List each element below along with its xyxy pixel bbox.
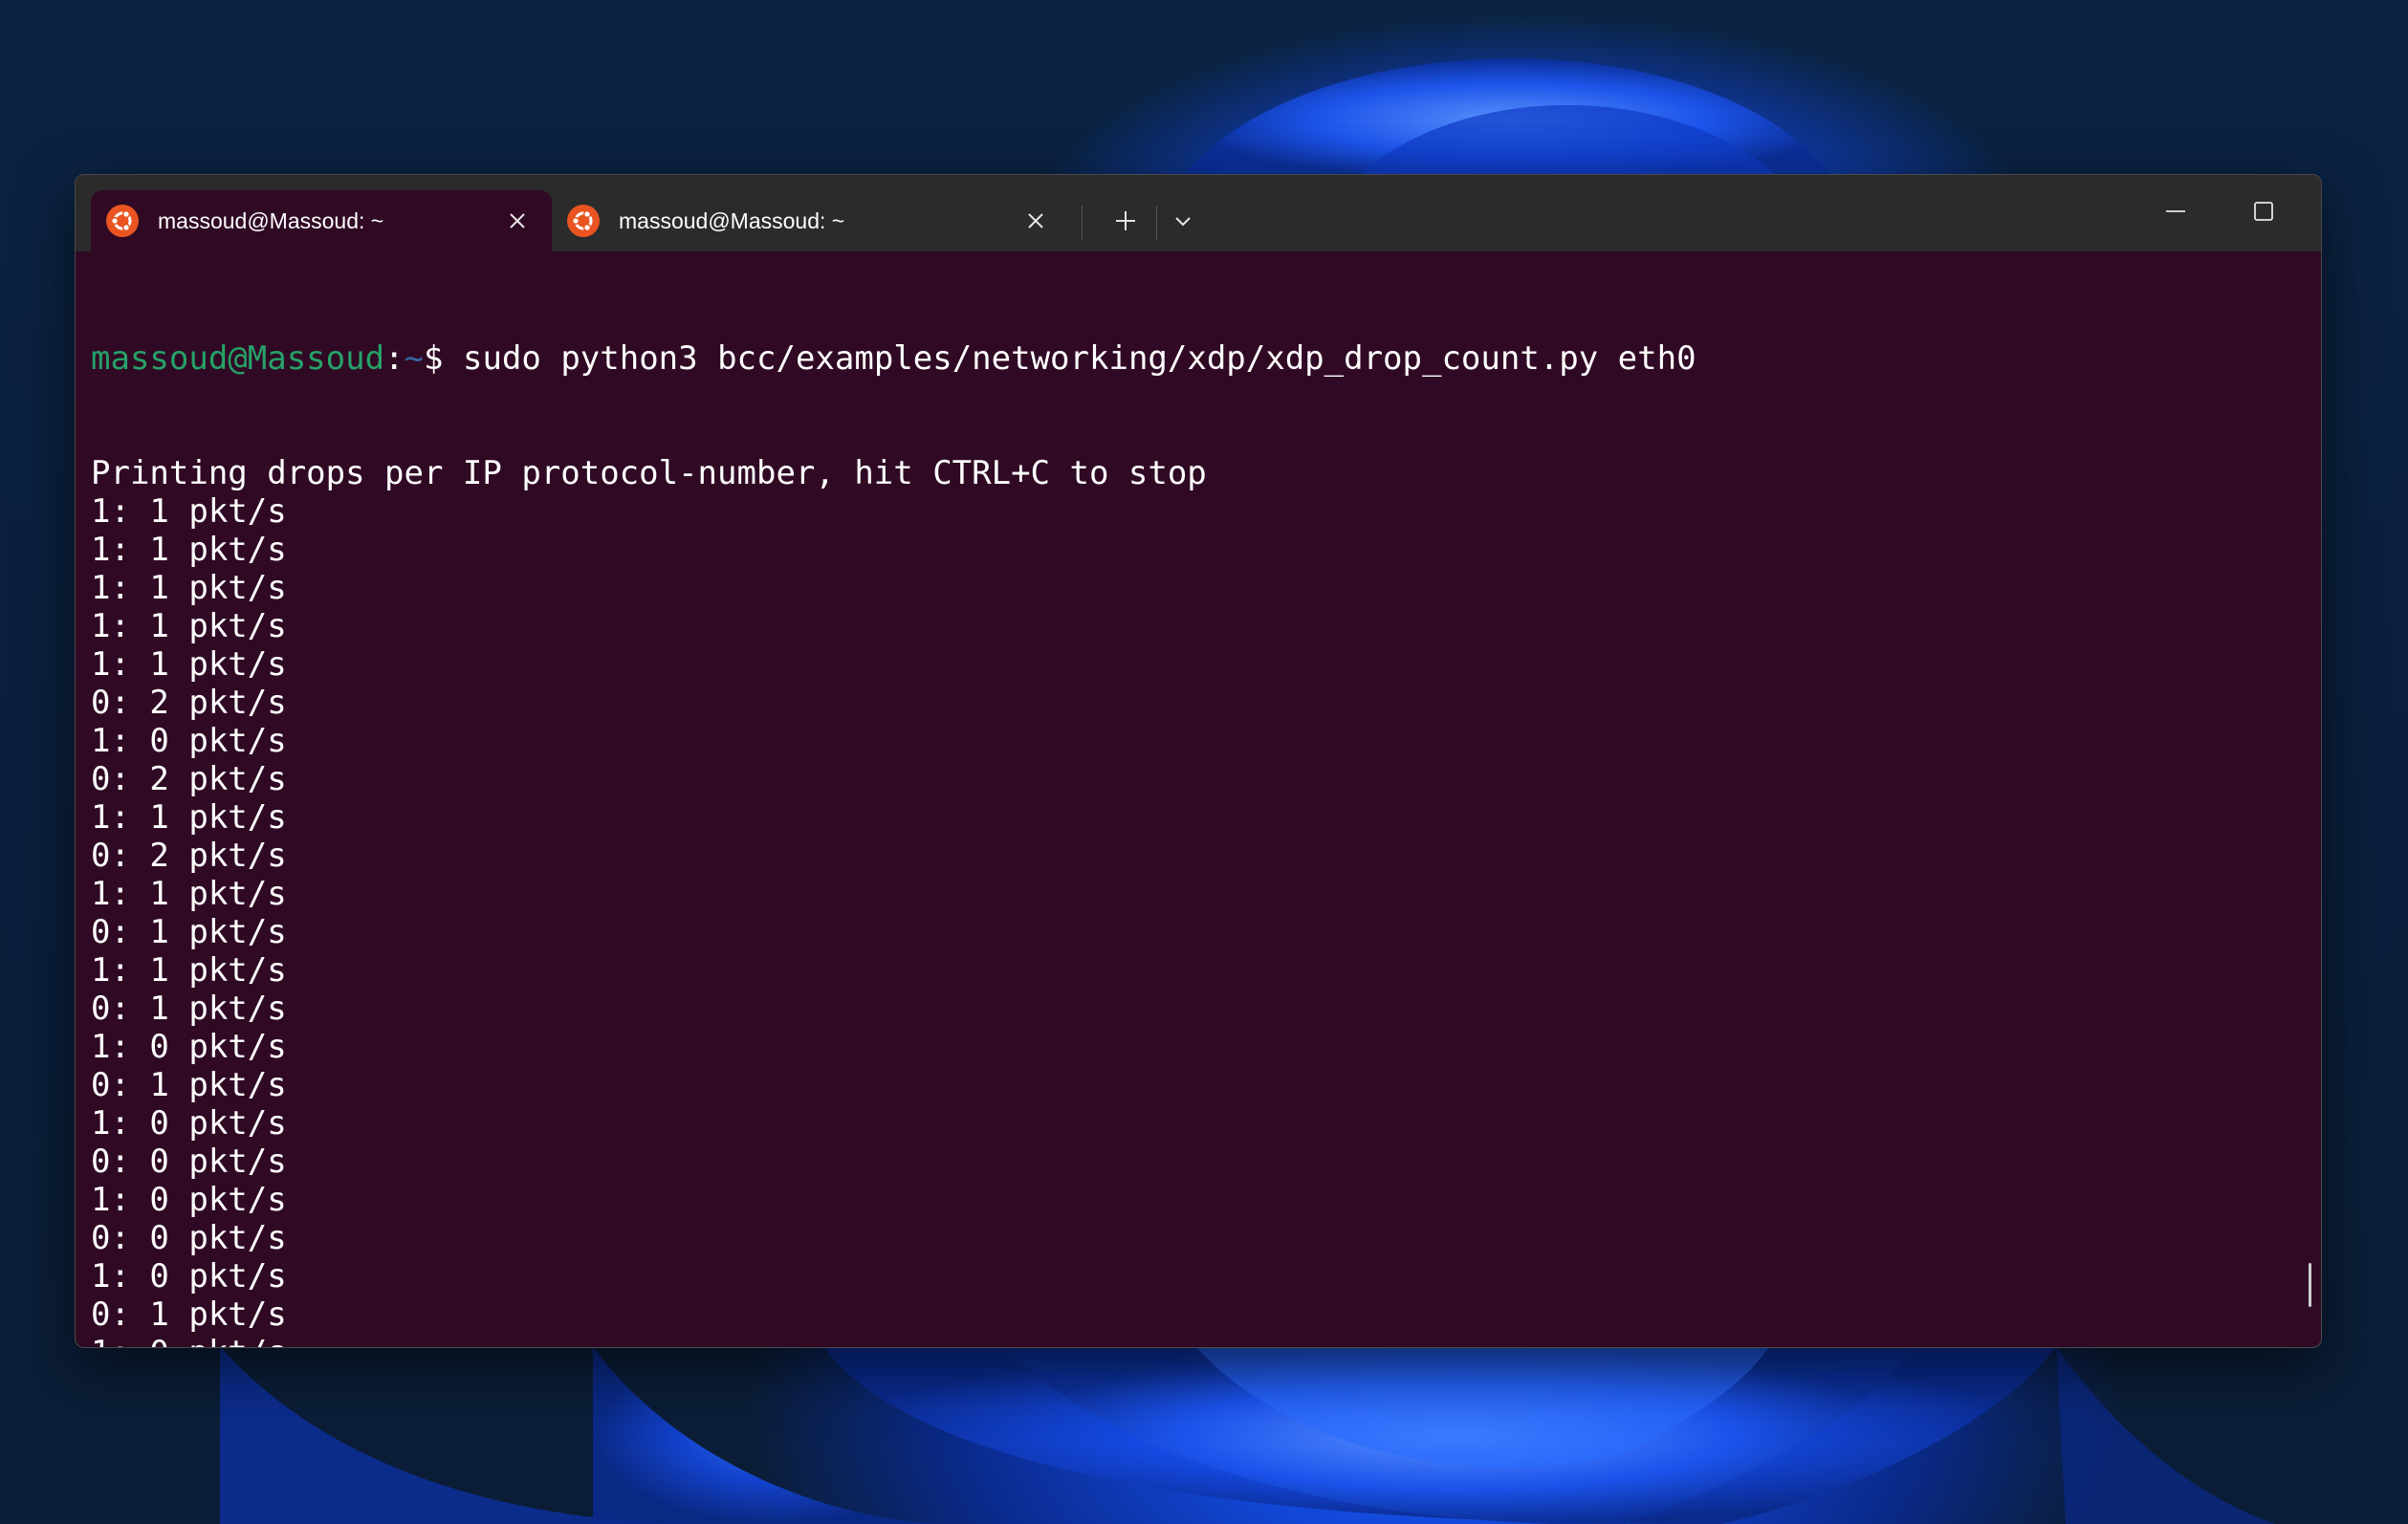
output-lines: Printing drops per IP protocol-number, h… [91,454,2292,1347]
close-tab-icon[interactable] [498,202,536,240]
output-line: 1: 1 pkt/s [91,607,287,645]
output-line: 0: 1 pkt/s [91,1295,287,1334]
output-line: 0: 2 pkt/s [91,760,287,798]
minimize-icon [2165,201,2186,227]
tab-divider [1156,206,1157,240]
output-line: 1: 1 pkt/s [91,531,287,569]
output-line: 1: 0 pkt/s [91,1334,2292,1347]
output-line: 0: 2 pkt/s [91,684,287,722]
tab-title: massoud@Massoud: ~ [619,207,845,233]
command-text: sudo python3 bcc/examples/networking/xdp… [462,339,1697,378]
tab-title: massoud@Massoud: ~ [158,207,384,233]
new-tab-button[interactable] [1105,202,1147,244]
output-line: 1: 1 pkt/s [91,951,287,990]
output-line: 1: 1 pkt/s [91,645,287,684]
maximize-button[interactable] [2220,175,2308,251]
output-line: 1: 1 pkt/s [91,875,287,913]
output-line: 1: 0 pkt/s [91,1257,287,1295]
chevron-down-icon [1173,211,1193,235]
output-line: 1: 1 pkt/s [91,798,287,837]
output-line: 1: 0 pkt/s [91,1181,287,1219]
output-header-line: Printing drops per IP protocol-number, h… [91,454,1207,492]
output-line: 1: 0 pkt/s [91,722,287,760]
output-line: 0: 0 pkt/s [91,1219,287,1257]
close-window-button[interactable] [2308,175,2321,251]
output-line: 1: 0 pkt/s [91,1028,287,1066]
terminal-window: massoud@Massoud: ~ massoud@Massoud: ~ ma… [75,174,2322,1348]
output-line: 1: 1 pkt/s [91,569,287,607]
output-line: 0: 1 pkt/s [91,913,287,951]
tab-terminal-2[interactable]: massoud@Massoud: ~ [552,190,1070,251]
tab-divider [1082,206,1083,240]
output-line: 0: 1 pkt/s [91,990,287,1028]
plus-icon [1114,209,1137,237]
output-line: 1: 1 pkt/s [91,492,287,531]
command-line: massoud@Massoud:~$ sudo python3 bcc/exam… [91,339,2292,378]
output-line: 0: 2 pkt/s [91,837,287,875]
prompt-symbol: $ [424,339,463,378]
output-line: 1: 0 pkt/s [91,1104,287,1143]
minimize-button[interactable] [2132,175,2220,251]
terminal-output[interactable]: massoud@Massoud:~$ sudo python3 bcc/exam… [91,263,2292,1347]
title-bar[interactable]: massoud@Massoud: ~ massoud@Massoud: ~ [76,175,2321,251]
close-tab-icon[interactable] [1017,202,1055,240]
ubuntu-icon [106,205,139,237]
maximize-icon [2253,201,2274,227]
tab-dropdown-button[interactable] [1162,202,1204,244]
prompt-colon: : [384,339,405,378]
output-line: 0: 1 pkt/s [91,1066,287,1104]
scrollbar-thumb[interactable] [2309,1263,2311,1307]
ubuntu-icon [567,205,600,237]
tab-terminal-1[interactable]: massoud@Massoud: ~ [91,190,552,251]
prompt-user-host: massoud@Massoud [91,339,385,378]
output-line: 0: 0 pkt/s [91,1143,287,1181]
prompt-path: ~ [404,339,425,378]
